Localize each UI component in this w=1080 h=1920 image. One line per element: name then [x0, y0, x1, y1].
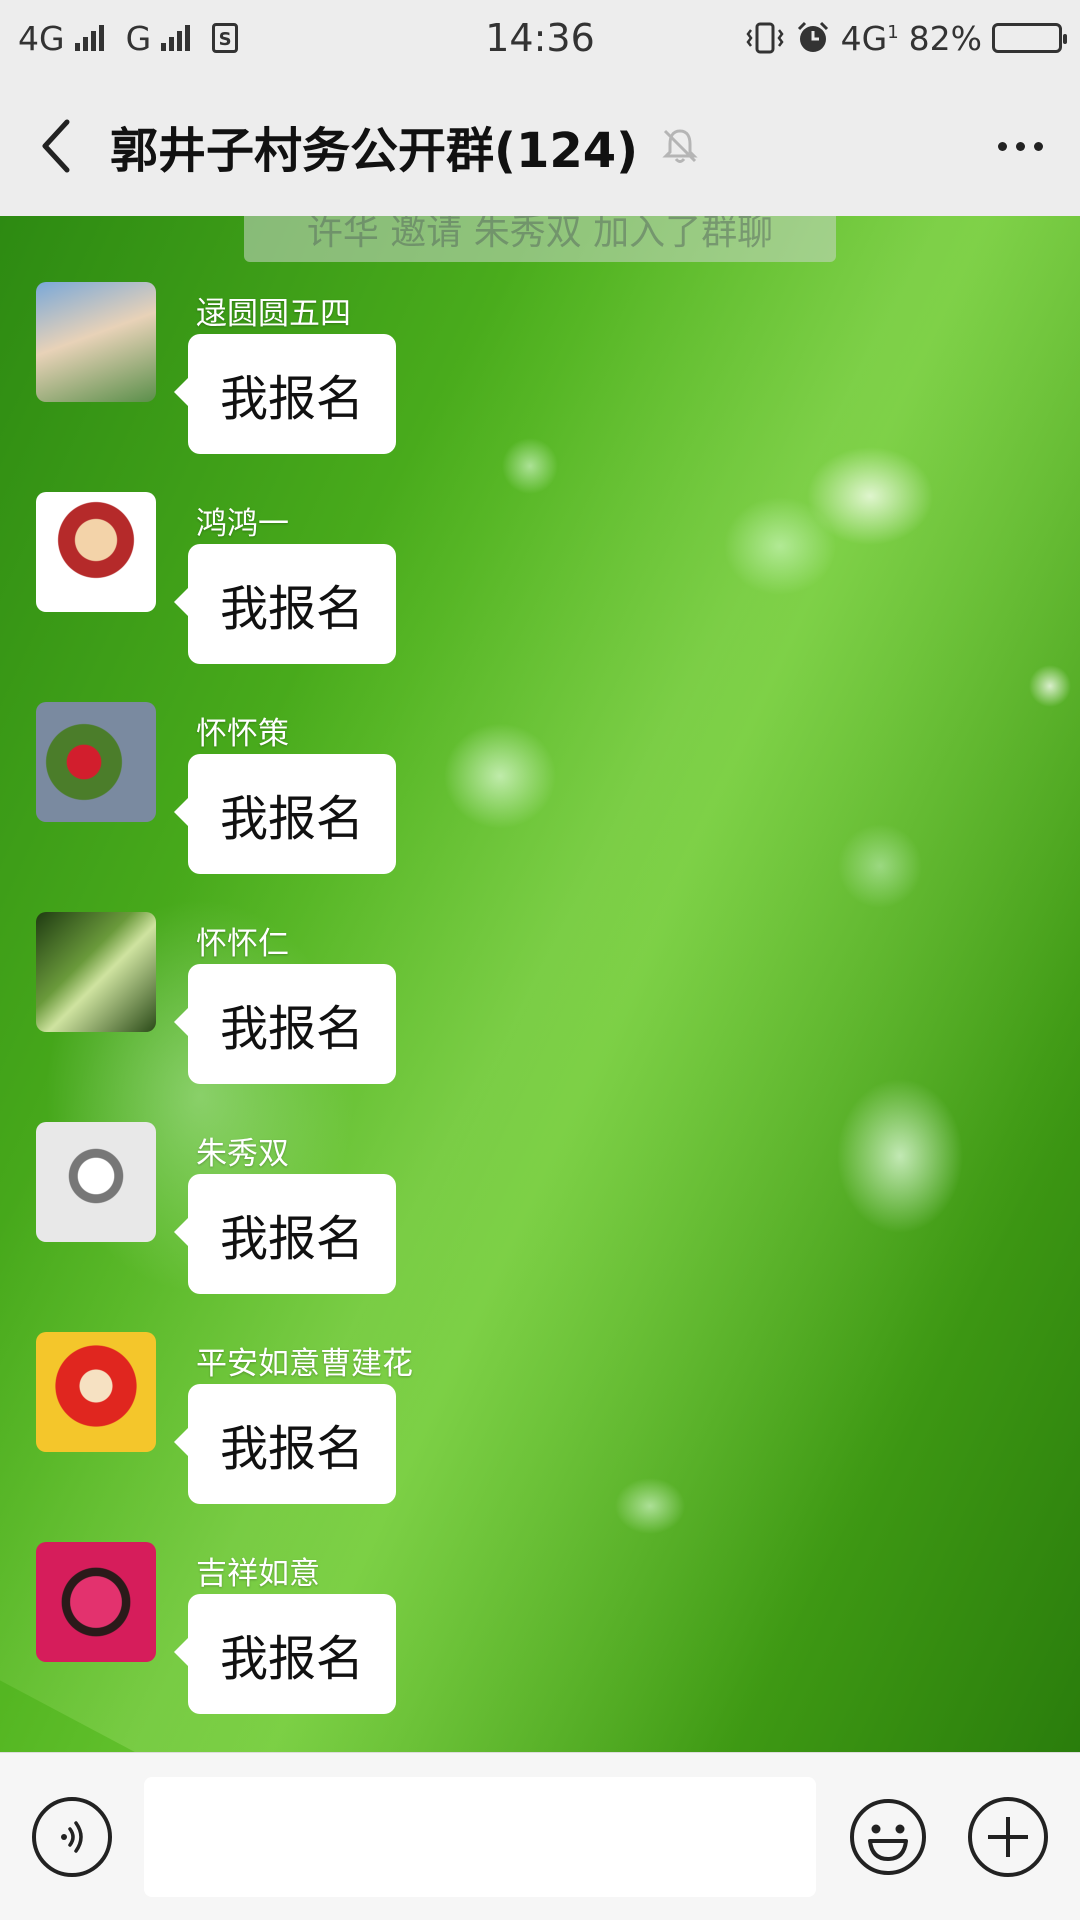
emoji-icon — [850, 1799, 926, 1875]
message-bubble[interactable]: 我报名 — [174, 1174, 396, 1294]
back-button[interactable] — [0, 76, 110, 216]
chevron-left-icon — [42, 119, 70, 173]
chat-title: 郭井子村务公开群(124) — [110, 123, 639, 179]
battery-icon — [992, 23, 1067, 53]
avatar[interactable] — [36, 1542, 156, 1662]
network-label-2: G — [125, 18, 152, 58]
chat-header: 郭井子村务公开群(124) — [0, 76, 1080, 216]
message-input[interactable] — [144, 1777, 816, 1897]
message-bubble[interactable]: 我报名 — [174, 334, 396, 454]
more-options-button[interactable] — [960, 76, 1080, 216]
alarm-icon — [797, 21, 828, 52]
status-bar: 4G G S 14:36 4G1 82% — [0, 0, 1080, 76]
sender-name: 怀怀策 — [196, 716, 289, 752]
bell-muted-icon — [662, 129, 698, 163]
sender-name: 平安如意曹建花 — [196, 1346, 413, 1382]
vibrate-icon — [746, 22, 784, 54]
sender-name: 逯圆圆五四 — [196, 296, 351, 332]
network-label-1: 4G — [18, 18, 65, 58]
message-list[interactable]: 许华 邀请 朱秀双 加入了群聊 逯圆圆五四 我报名 鸿鸿一 我报名 怀怀策 我报… — [0, 216, 1080, 1752]
message-item: 怀怀策 我报名 — [0, 702, 1080, 912]
avatar[interactable] — [36, 702, 156, 822]
message-bubble[interactable]: 我报名 — [174, 544, 396, 664]
avatar[interactable] — [36, 282, 156, 402]
message-bubble[interactable]: 我报名 — [174, 754, 396, 874]
sender-name: 怀怀仁 — [196, 926, 289, 962]
message-item: 吉祥如意 我报名 — [0, 1542, 1080, 1752]
signal-icon — [161, 25, 191, 51]
avatar[interactable] — [36, 492, 156, 612]
battery-percent: 82% — [908, 18, 982, 58]
signal-icon — [74, 25, 104, 51]
message-item: 怀怀仁 我报名 — [0, 912, 1080, 1122]
sender-name: 朱秀双 — [196, 1136, 289, 1172]
avatar[interactable] — [36, 1122, 156, 1242]
message-bubble[interactable]: 我报名 — [174, 964, 396, 1084]
sender-name: 吉祥如意 — [196, 1556, 320, 1592]
message-item: 平安如意曹建花 我报名 — [0, 1332, 1080, 1542]
voice-button[interactable] — [32, 1797, 112, 1877]
plus-button[interactable] — [968, 1797, 1048, 1877]
sender-name: 鸿鸿一 — [196, 506, 289, 542]
message-item: 鸿鸿一 我报名 — [0, 492, 1080, 702]
network-label-3: 4G1 — [840, 18, 899, 58]
emoji-button[interactable] — [848, 1797, 928, 1877]
sim-card-icon: S — [212, 23, 239, 53]
message-bubble[interactable]: 我报名 — [174, 1384, 396, 1504]
avatar[interactable] — [36, 912, 156, 1032]
message-item: 朱秀双 我报名 — [0, 1122, 1080, 1332]
avatar[interactable] — [36, 1332, 156, 1452]
message-item: 逯圆圆五四 我报名 — [0, 282, 1080, 492]
voice-icon — [61, 1821, 83, 1853]
more-dots-icon — [997, 141, 1007, 151]
status-right: 4G1 82% — [745, 18, 1067, 58]
wechat-group-chat-screen: 4G G S 14:36 4G1 82% 郭井子村务公开群(124) 许华 邀请… — [0, 0, 1080, 1920]
message-bubble[interactable]: 我报名 — [174, 1594, 396, 1714]
input-bar — [0, 1752, 1080, 1920]
system-notice: 许华 邀请 朱秀双 加入了群聊 — [244, 216, 836, 262]
status-left: 4G G S — [18, 18, 239, 58]
